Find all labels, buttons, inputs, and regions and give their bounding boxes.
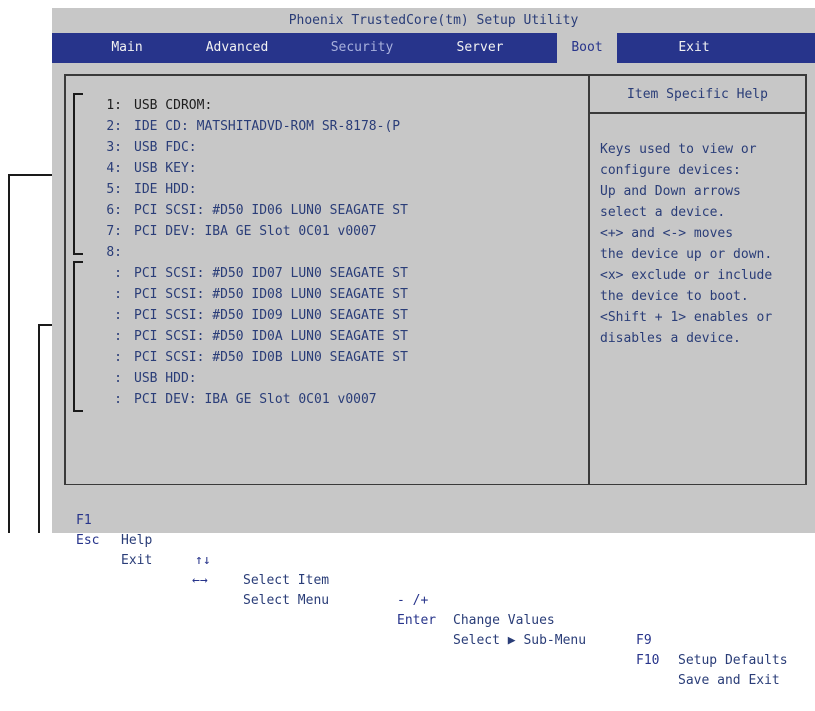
boot-item[interactable]: 4: USB KEY: [92, 159, 196, 179]
excluded-boot-item[interactable]: : PCI SCSI: #D50 ID07 LUN0 SEAGATE ST [92, 264, 408, 284]
key-legend-row-1: F1 Help ↑↓ Select Item - /+ Change Value… [52, 491, 788, 668]
menu-main[interactable]: Main [92, 33, 162, 63]
key-left-right: ←→ [192, 573, 208, 588]
key-f10-label: Save and Exit [678, 673, 780, 688]
key-left-right-label: Select Menu [243, 593, 330, 608]
boot-item[interactable]: 7: PCI DEV: IBA GE Slot 0C01 v0007 [92, 222, 376, 242]
key-f9: F9 [636, 633, 652, 648]
bootable-group-bracket [73, 93, 83, 255]
key-enter: Enter [397, 613, 437, 628]
excluded-boot-item[interactable]: : PCI SCSI: #D50 ID0A LUN0 SEAGATE ST [92, 327, 408, 347]
boot-item[interactable]: 8: [92, 243, 134, 263]
key-f1-label: Help [121, 533, 153, 548]
key-esc: Esc [76, 533, 100, 548]
window-title: Phoenix TrustedCore(tm) Setup Utility [52, 8, 815, 33]
key-enter-label: Select ▶ Sub-Menu [453, 633, 587, 648]
menu-bar: Main Advanced Security Server Boot Exit [52, 33, 815, 63]
help-text: Keys used to view or configure devices: … [600, 142, 773, 346]
panel-divider [588, 76, 590, 484]
callout-line-left [8, 174, 10, 533]
menu-server[interactable]: Server [440, 33, 520, 63]
help-title: Item Specific Help [627, 87, 768, 102]
boot-item[interactable]: 5: IDE HDD: [92, 180, 196, 200]
key-minus-plus-label: Change Values [453, 613, 555, 628]
excluded-boot-item[interactable]: : PCI SCSI: #D50 ID0B LUN0 SEAGATE ST [92, 348, 408, 368]
key-esc-label: Exit [121, 553, 153, 568]
boot-item[interactable]: 6: PCI SCSI: #D50 ID06 LUN0 SEAGATE ST [92, 201, 408, 221]
key-legend: F1 Help ↑↓ Select Item - /+ Change Value… [52, 485, 815, 688]
bios-screen: Phoenix TrustedCore(tm) Setup Utility Ma… [52, 8, 815, 688]
key-legend-row-2: Esc Exit ←→ Select Menu Enter Select ▶ S… [52, 511, 780, 688]
menu-exit[interactable]: Exit [664, 33, 724, 63]
boot-item[interactable]: 2: IDE CD: MATSHITADVD-ROM SR-8178-(P [92, 117, 400, 137]
key-up-down-label: Select Item [243, 573, 330, 588]
excluded-boot-item[interactable]: : PCI SCSI: #D50 ID08 LUN0 SEAGATE ST [92, 285, 408, 305]
key-f10: F10 [636, 653, 660, 668]
key-up-down: ↑↓ [195, 553, 211, 568]
excluded-boot-item[interactable]: : PCI SCSI: #D50 ID09 LUN0 SEAGATE ST [92, 306, 408, 326]
excluded-boot-item[interactable]: : PCI DEV: IBA GE Slot 0C01 v0007 [92, 390, 376, 410]
callout-line-right [38, 324, 40, 533]
menu-advanced[interactable]: Advanced [192, 33, 282, 63]
excluded-boot-item[interactable]: : USB HDD: [92, 369, 196, 389]
boot-item[interactable]: 3: USB FDC: [92, 138, 196, 158]
main-panel: 1: USB CDROM: 2: IDE CD: MATSHITADVD-ROM S… [64, 74, 807, 486]
help-separator [590, 112, 805, 114]
boot-item[interactable]: 1: USB CDROM: [92, 96, 212, 116]
menu-security[interactable]: Security [317, 33, 407, 63]
excluded-group-bracket [73, 261, 83, 412]
key-minus-plus: - /+ [397, 593, 429, 608]
key-f9-label: Setup Defaults [678, 653, 788, 668]
menu-boot[interactable]: Boot [557, 33, 617, 63]
